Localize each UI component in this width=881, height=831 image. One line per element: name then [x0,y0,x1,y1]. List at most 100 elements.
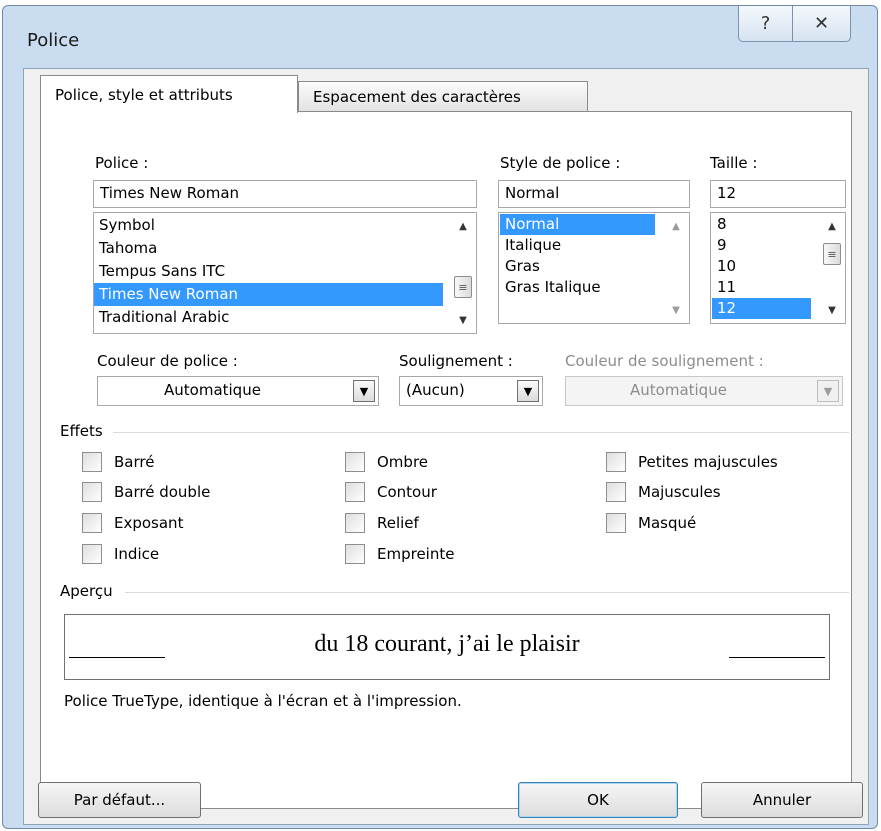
checkbox-strikethrough[interactable]: Barré [82,452,154,472]
checkbox-box[interactable] [345,452,365,472]
checkbox-all-caps[interactable]: Majuscules [606,482,721,502]
checkbox-box[interactable] [606,482,626,502]
style-list-item[interactable]: Gras [500,256,655,277]
dialog-frame: Police ? ✕ Police, style et attributs Es… [2,5,878,829]
checkbox-label: Masqué [638,514,697,532]
help-button[interactable]: ? [738,6,793,42]
style-list-item[interactable]: Italique [500,235,655,256]
underline-color-label: Couleur de soulignement : [565,352,764,370]
style-list-item-selected[interactable]: Normal [500,214,655,235]
checkbox-box[interactable] [345,544,365,564]
size-list-item-selected[interactable]: 12 [712,298,811,319]
checkbox-label: Empreinte [377,545,455,563]
preview-underline-right [729,657,825,658]
font-list-item[interactable]: Tahoma [94,237,443,260]
checkbox-label: Indice [114,545,160,563]
chevron-down-icon[interactable]: ▼ [517,380,539,402]
font-list[interactable]: Symbol Tahoma Tempus Sans ITC Times New … [93,212,477,334]
scroll-thumb[interactable]: ≡ [823,243,841,265]
font-color-label: Couleur de police : [97,352,238,370]
checkbox-label: Contour [377,483,437,501]
effects-group-title: Effets [60,422,103,440]
checkbox-box[interactable] [82,482,102,502]
cancel-button[interactable]: Annuler [701,782,863,818]
preview-box: du 18 courant, j’ai le plaisir [64,614,830,680]
scroll-down-icon[interactable]: ▼ [819,299,845,321]
style-list[interactable]: Normal Italique Gras Gras Italique ▲ ▼ [498,212,690,324]
underline-label: Soulignement : [399,352,513,370]
chevron-down-icon: ▼ [817,380,839,402]
checkbox-hidden[interactable]: Masqué [606,513,696,533]
chevron-down-icon[interactable]: ▼ [353,380,375,402]
scroll-up-icon[interactable]: ▲ [819,215,845,237]
preview-sample-text: du 18 courant, j’ai le plaisir [314,631,580,657]
scroll-up-icon[interactable]: ▲ [663,215,689,237]
tab-page: Police : Times New Roman Symbol Tahoma T… [40,111,852,809]
font-input[interactable]: Times New Roman [93,180,477,208]
style-list-item[interactable]: Gras Italique [500,277,655,298]
checkbox-emboss[interactable]: Relief [345,513,419,533]
checkbox-label: Barré double [114,483,211,501]
preview-divider [125,592,849,593]
dialog-title: Police [27,30,80,51]
scroll-down-icon[interactable]: ▼ [450,309,476,331]
checkbox-subscript[interactable]: Indice [82,544,159,564]
checkbox-shadow[interactable]: Ombre [345,452,428,472]
checkbox-label: Relief [377,514,419,532]
checkbox-box[interactable] [606,452,626,472]
font-list-item[interactable]: Tempus Sans ITC [94,260,443,283]
underline-value: (Aucun) [406,381,465,399]
font-list-item-selected[interactable]: Times New Roman [94,283,443,306]
font-list-scrollbar[interactable]: ▲ ≡ ▼ [450,213,476,333]
checkbox-box[interactable] [345,513,365,533]
size-list-item[interactable]: 10 [712,256,811,277]
font-list-item[interactable]: Symbol [94,214,443,237]
preview-note: Police TrueType, identique à l'écran et … [64,692,462,710]
set-default-button[interactable]: Par défaut... [38,782,201,818]
checkbox-box[interactable] [82,452,102,472]
checkbox-label: Ombre [377,453,429,471]
checkbox-label: Majuscules [638,483,721,501]
size-list-item[interactable]: 11 [712,277,811,298]
checkbox-box[interactable] [345,482,365,502]
help-icon: ? [760,13,771,34]
font-label: Police : [95,154,149,172]
underline-color-select: Automatique ▼ [565,376,843,406]
size-list-scrollbar[interactable]: ▲ ≡ ▼ [819,213,845,323]
font-list-item[interactable]: Traditional Arabic [94,306,443,329]
effects-divider [113,432,849,433]
checkbox-box[interactable] [82,544,102,564]
font-color-value: Automatique [164,381,261,399]
size-list-item[interactable]: 8 [712,214,811,235]
scroll-thumb[interactable]: ≡ [454,276,472,298]
checkbox-outline[interactable]: Contour [345,482,437,502]
checkbox-label: Exposant [114,514,184,532]
ok-button[interactable]: OK [518,782,678,818]
size-list-item[interactable]: 9 [712,235,811,256]
checkbox-small-caps[interactable]: Petites majuscules [606,452,778,472]
checkbox-label: Barré [114,453,155,471]
scroll-up-icon[interactable]: ▲ [450,215,476,237]
underline-color-value: Automatique [630,381,727,399]
checkbox-label: Petites majuscules [638,453,778,471]
dialog-client-area: Police, style et attributs Espacement de… [23,68,869,825]
tab-character-spacing[interactable]: Espacement des caractères [298,81,588,111]
checkbox-box[interactable] [606,513,626,533]
style-list-scrollbar[interactable]: ▲ ▼ [663,213,689,323]
close-button[interactable]: ✕ [793,6,851,42]
size-label: Taille : [710,154,758,172]
close-icon: ✕ [813,13,830,34]
tab-font-style-attributes[interactable]: Police, style et attributs [40,75,298,113]
checkbox-box[interactable] [82,513,102,533]
style-input[interactable]: Normal [498,180,690,208]
scroll-down-icon[interactable]: ▼ [663,299,689,321]
size-input[interactable]: 12 [710,180,846,208]
size-list[interactable]: 8 9 10 11 12 ▲ ≡ ▼ [710,212,846,324]
checkbox-superscript[interactable]: Exposant [82,513,183,533]
checkbox-double-strikethrough[interactable]: Barré double [82,482,210,502]
font-color-select[interactable]: Automatique ▼ [97,376,379,406]
underline-select[interactable]: (Aucun) ▼ [399,376,543,406]
style-label: Style de police : [500,154,621,172]
checkbox-engrave[interactable]: Empreinte [345,544,454,564]
preview-group-title: Aperçu [60,582,113,600]
